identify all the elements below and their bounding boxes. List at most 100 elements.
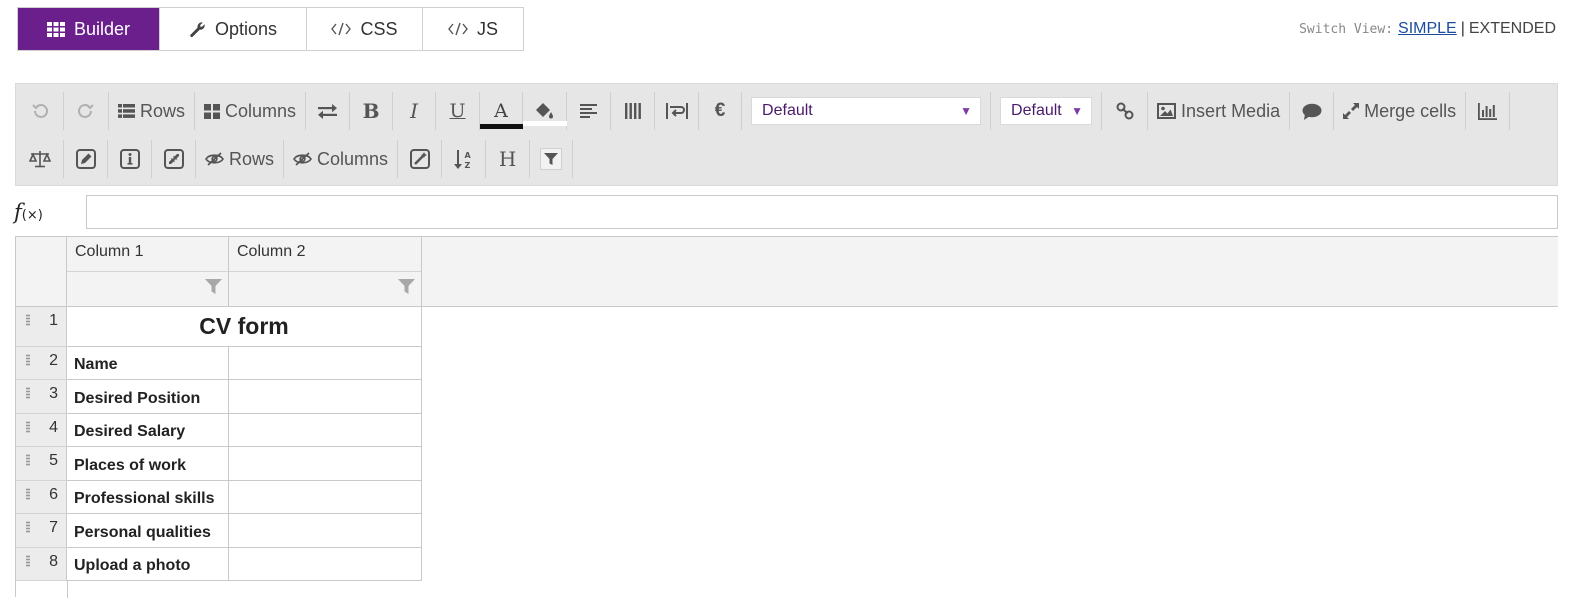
drag-handle-icon[interactable] <box>26 421 30 433</box>
header-button[interactable]: H <box>486 140 531 178</box>
wrap-text-button[interactable] <box>655 92 700 130</box>
switch-view-simple-link[interactable]: SIMPLE <box>1398 20 1457 38</box>
merge-cells-button[interactable]: Merge cells <box>1334 92 1467 130</box>
switch-view-extended-link[interactable]: EXTENDED <box>1469 20 1556 38</box>
link-icon <box>1116 102 1134 120</box>
drag-handle-icon[interactable] <box>26 454 30 466</box>
currency-button[interactable]: € <box>699 92 743 130</box>
corner-cell[interactable] <box>16 237 67 307</box>
columns-bars-icon <box>624 103 641 119</box>
column-header-1-label: Column 1 <box>67 237 228 272</box>
row-header[interactable]: 7 <box>16 514 67 548</box>
table-cell[interactable] <box>229 347 422 380</box>
drag-handle-icon[interactable] <box>26 555 30 567</box>
collapse-button[interactable] <box>152 140 196 178</box>
row-header[interactable]: 3 <box>16 380 67 414</box>
column-header-2-label: Column 2 <box>229 237 421 272</box>
drag-handle-icon[interactable] <box>26 521 30 533</box>
table-cell[interactable]: Personal qualities <box>67 514 229 548</box>
grid-line <box>67 581 68 598</box>
table-cell[interactable] <box>229 380 422 414</box>
redo-icon <box>78 103 94 118</box>
italic-button[interactable]: I <box>393 92 437 130</box>
heading-icon: H <box>498 147 517 171</box>
table-cell[interactable] <box>229 514 422 548</box>
filter-icon <box>540 148 563 170</box>
edit-cell-button[interactable] <box>64 140 108 178</box>
table-cell-title[interactable]: CV form <box>67 307 422 347</box>
link-button[interactable] <box>1102 92 1149 130</box>
table-cell[interactable]: Desired Position <box>67 380 229 414</box>
sort-button[interactable]: AZ <box>442 140 487 178</box>
table-cell[interactable] <box>229 414 422 447</box>
code-icon <box>448 22 468 36</box>
switch-view: Switch View: SIMPLE | EXTENDED <box>1299 20 1556 38</box>
currency-icon: € <box>714 100 726 121</box>
table-cell[interactable] <box>229 548 422 581</box>
formula-input[interactable] <box>86 195 1558 229</box>
table-cell[interactable]: Upload a photo <box>67 548 229 581</box>
tab-js-label: JS <box>476 18 498 39</box>
column-header-1[interactable]: Column 1 <box>67 237 229 307</box>
align-left-icon <box>580 104 598 118</box>
comment-icon <box>1302 103 1322 120</box>
row-header-empty <box>16 581 67 598</box>
cell-info-button[interactable] <box>108 140 152 178</box>
filter-icon[interactable] <box>398 279 415 294</box>
tab-builder[interactable]: Builder <box>18 8 160 50</box>
row-header[interactable]: 2 <box>16 347 67 380</box>
comment-button[interactable] <box>1290 92 1335 130</box>
column-header-2[interactable]: Column 2 <box>229 237 422 307</box>
bold-button[interactable]: B <box>350 92 394 130</box>
drag-handle-icon[interactable] <box>26 488 30 500</box>
drag-handle-icon[interactable] <box>26 354 30 366</box>
switch-view-separator: | <box>1460 20 1465 37</box>
underline-button[interactable]: U <box>436 92 481 130</box>
vertical-align-button[interactable] <box>611 92 656 130</box>
tab-css[interactable]: CSS <box>307 8 423 50</box>
hide-columns-button[interactable]: Columns <box>284 140 399 178</box>
font-color-button[interactable]: A <box>479 92 524 130</box>
tab-css-label: CSS <box>360 18 398 39</box>
drag-handle-icon[interactable] <box>26 387 30 399</box>
align-button[interactable] <box>567 92 612 130</box>
fill-color-button[interactable] <box>522 92 568 130</box>
pencil-square-icon <box>75 149 96 169</box>
tab-options[interactable]: Options <box>160 8 307 50</box>
bar-chart-icon <box>1478 102 1498 120</box>
row-header[interactable]: 5 <box>16 447 67 481</box>
table-cell[interactable]: Desired Salary <box>67 414 229 447</box>
paint-bucket-icon <box>535 103 553 119</box>
columns-button[interactable]: Columns <box>195 92 307 130</box>
filter-button[interactable] <box>530 140 574 178</box>
table-cell[interactable] <box>229 481 422 514</box>
table-cell[interactable]: Places of work <box>67 447 229 481</box>
filter-icon[interactable] <box>205 279 222 294</box>
row-header[interactable]: 8 <box>16 548 67 581</box>
undo-button[interactable] <box>16 92 64 130</box>
spreadsheet-grid: Column 1 Column 2 1 CV form 2 Name 3 Des… <box>15 236 1558 598</box>
editor-toolbar: Rows Columns B I U A € Default ▼ Default… <box>15 83 1558 186</box>
drag-handle-icon[interactable] <box>26 314 30 326</box>
hide-rows-button[interactable]: Rows <box>196 140 285 178</box>
chart-button[interactable] <box>1466 92 1511 130</box>
transpose-button[interactable] <box>306 92 351 130</box>
table-cell[interactable]: Professional skills <box>67 481 229 514</box>
view-tabs: Builder Options CSS JS <box>17 7 524 51</box>
magic-format-button[interactable] <box>398 140 443 178</box>
rows-button[interactable]: Rows <box>109 92 196 130</box>
row-header[interactable]: 6 <box>16 481 67 514</box>
font-size-select[interactable]: Default ▼ <box>1000 97 1093 125</box>
table-cell[interactable] <box>229 447 422 481</box>
row-header[interactable]: 4 <box>16 414 67 447</box>
columns-icon <box>204 103 221 119</box>
font-family-select[interactable]: Default ▼ <box>751 97 982 125</box>
table-cell[interactable]: Name <box>67 347 229 380</box>
redo-button[interactable] <box>64 92 109 130</box>
conditional-format-button[interactable] <box>16 140 64 178</box>
row-header[interactable]: 1 <box>16 307 67 347</box>
insert-media-button[interactable]: Insert Media <box>1148 92 1291 130</box>
tab-js[interactable]: JS <box>423 8 523 50</box>
font-size-select-value: Default <box>1011 102 1062 119</box>
wrap-text-icon <box>665 103 688 119</box>
